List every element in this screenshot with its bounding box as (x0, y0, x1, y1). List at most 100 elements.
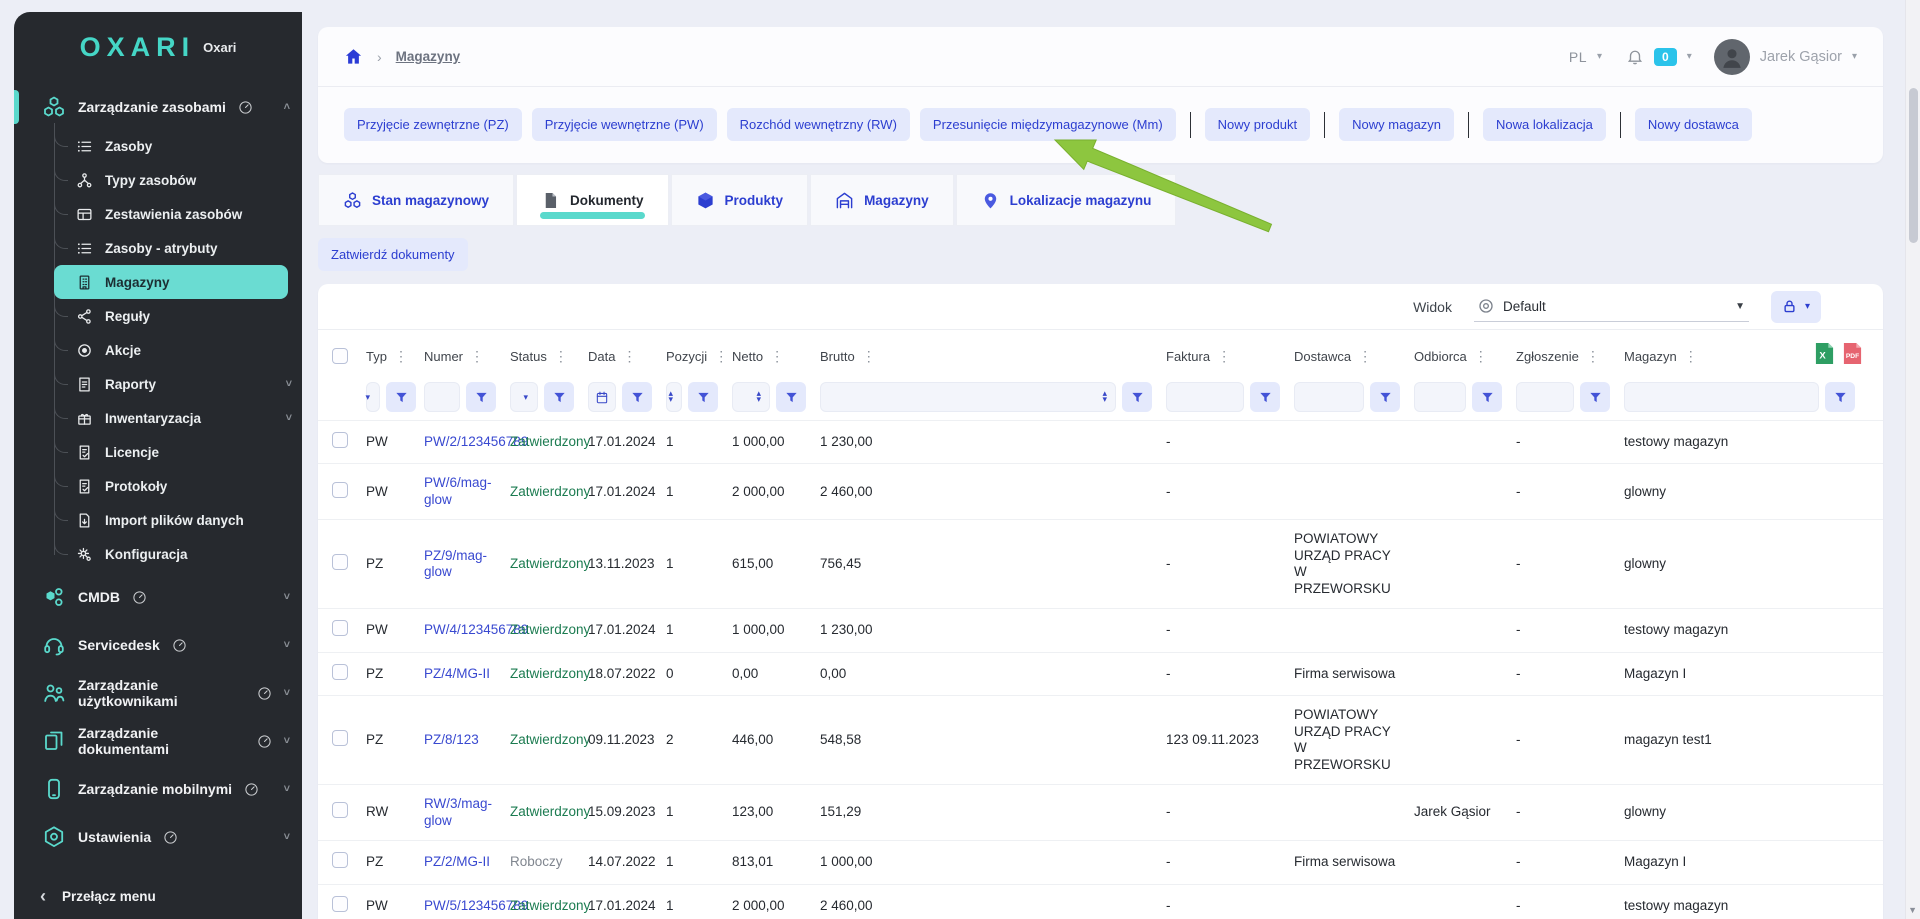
filter-input-odbiorca[interactable] (1414, 382, 1466, 412)
menu-toggle[interactable]: ‹ Przełącz menu (14, 875, 302, 919)
column-menu-icon[interactable]: ⋮ (1358, 348, 1372, 365)
row-checkbox[interactable] (332, 663, 348, 680)
row-checkbox[interactable] (332, 432, 348, 448)
action-button-przyjecie-zewnetrzne-pz[interactable]: Przyjęcie zewnętrzne (PZ) (344, 108, 522, 141)
number-stepper-icons[interactable]: ▴ ▾ (754, 389, 763, 403)
action-button-nowa-lokalizacja[interactable]: Nowa lokalizacja (1483, 108, 1606, 141)
sidebar-item-reguly[interactable]: Reguły (54, 295, 302, 333)
column-menu-icon[interactable]: ⋮ (1684, 348, 1698, 365)
column-menu-icon[interactable]: ⋮ (714, 348, 728, 365)
page-scrollbar[interactable]: ▼ (1905, 0, 1920, 919)
confirm-documents-button[interactable]: Zatwierdź dokumenty (318, 238, 468, 271)
number-stepper-icons[interactable]: ▴ ▾ (666, 389, 675, 403)
column-menu-icon[interactable]: ⋮ (862, 348, 876, 365)
notifications-bell-icon[interactable] (1626, 47, 1644, 66)
sidebar-item-protokoly[interactable]: Protokoły (54, 465, 302, 503)
column-menu-icon[interactable]: ⋮ (1217, 348, 1231, 365)
sidebar-section-ustawienia[interactable]: Ustawienia ˅ (14, 815, 302, 859)
select-all-checkbox[interactable] (332, 348, 348, 364)
row-checkbox[interactable] (332, 620, 348, 637)
document-link[interactable]: PZ/4/MG-II (424, 666, 490, 681)
action-button-rozchod-wewnetrzny-rw[interactable]: Rozchód wewnętrzny (RW) (726, 108, 910, 141)
document-link[interactable]: PZ/2/MG-II (424, 854, 490, 869)
scrollbar-down-arrow[interactable]: ▼ (1908, 905, 1917, 915)
sidebar-item-konfiguracja[interactable]: Konfiguracja (54, 533, 302, 571)
filter-button-typ[interactable] (386, 382, 416, 412)
user-avatar[interactable] (1713, 38, 1750, 75)
filter-button-pozycji[interactable] (688, 382, 718, 412)
sidebar-item-import-plikow-danych[interactable]: Import plików danych (54, 499, 302, 537)
column-menu-icon[interactable]: ⋮ (470, 348, 484, 365)
column-menu-icon[interactable]: ⋮ (622, 348, 636, 365)
filter-button-zgloszenie[interactable] (1580, 382, 1610, 412)
filter-button-status[interactable] (544, 382, 574, 412)
tab-magazyny[interactable]: Magazyny (810, 174, 954, 226)
filter-input-zgloszenie[interactable] (1516, 382, 1574, 412)
sidebar-section-servicedesk[interactable]: Servicedesk ˅ (14, 623, 302, 667)
document-link[interactable]: PW/6/mag-glow (424, 475, 492, 506)
row-checkbox[interactable] (332, 729, 348, 746)
column-menu-icon[interactable]: ⋮ (770, 348, 784, 365)
tab-stan-magazynowy[interactable]: Stan magazynowy (318, 174, 515, 226)
action-button-nowy-produkt[interactable]: Nowy produkt (1204, 108, 1311, 141)
language-selector[interactable]: PL (1569, 49, 1587, 65)
sidebar-section-cmdb[interactable]: CMDB ˅ (14, 575, 302, 619)
filter-button-odbiorca[interactable] (1472, 382, 1502, 412)
notification-count-badge[interactable]: 0 (1654, 47, 1677, 66)
sidebar-section-zarzadzanie-zasobami[interactable]: Zarządzanie zasobami ˄ (14, 85, 302, 129)
row-checkbox[interactable] (332, 802, 348, 819)
filter-input-dostawca[interactable] (1294, 382, 1364, 412)
sidebar-section-zarzadzanie-mobilnymi[interactable]: Zarządzanie mobilnymi ˅ (14, 767, 302, 811)
row-checkbox[interactable] (332, 852, 348, 869)
tab-dokumenty[interactable]: Dokumenty (516, 174, 669, 226)
filter-input-numer[interactable] (424, 382, 460, 412)
view-select[interactable]: Default ▼ (1473, 292, 1749, 322)
export-pdf-icon[interactable]: PDF (1842, 342, 1863, 365)
row-checkbox[interactable] (332, 554, 348, 571)
sidebar-item-magazyny[interactable]: Magazyny (54, 265, 288, 299)
filter-input-status[interactable]: ▾ (510, 382, 538, 412)
action-button-przyjecie-wewnetrzne-pw[interactable]: Przyjęcie wewnętrzne (PW) (531, 108, 717, 141)
tab-produkty[interactable]: Produkty (670, 174, 809, 226)
filter-button-data[interactable] (622, 382, 652, 412)
filter-input-pozycji[interactable]: ▴ ▾ (666, 382, 682, 412)
sidebar-item-zestawienia-zasobow[interactable]: Zestawienia zasobów (54, 193, 302, 231)
filter-input-magazyn[interactable] (1624, 382, 1819, 412)
sidebar-item-raporty[interactable]: Raporty ˅ (54, 363, 302, 401)
filter-input-netto[interactable]: ▴ ▾ (732, 382, 770, 412)
column-menu-icon[interactable]: ⋮ (1586, 348, 1600, 365)
scrollbar-thumb[interactable] (1908, 88, 1918, 243)
filter-button-dostawca[interactable] (1370, 382, 1400, 412)
filter-button-netto[interactable] (776, 382, 806, 412)
user-name[interactable]: Jarek Gąsior (1760, 49, 1842, 65)
tab-lokalizacje-magazynu[interactable]: Lokalizacje magazynu (955, 174, 1177, 226)
filter-input-brutto[interactable]: ▴ ▾ (820, 382, 1116, 412)
lock-view-button[interactable]: ▾ (1770, 290, 1821, 323)
home-icon[interactable] (344, 47, 363, 66)
row-checkbox[interactable] (332, 895, 348, 912)
filter-input-typ[interactable]: ▾ (365, 382, 380, 412)
filter-button-magazyn[interactable] (1825, 382, 1855, 412)
row-checkbox[interactable] (332, 481, 348, 498)
sidebar-item-inwentaryzacja[interactable]: Inwentaryzacja ˅ (54, 397, 302, 435)
action-button-nowy-magazyn[interactable]: Nowy magazyn (1339, 108, 1455, 141)
filter-button-numer[interactable] (466, 382, 496, 412)
document-link[interactable]: RW/3/mag-glow (424, 796, 492, 827)
export-excel-icon[interactable]: X (1814, 342, 1835, 365)
breadcrumb-current[interactable]: Magazyny (396, 49, 461, 64)
sidebar-item-zasoby-atrybuty[interactable]: Zasoby - atrybuty (54, 227, 302, 265)
sidebar-item-akcje[interactable]: Akcje (54, 329, 302, 367)
filter-input-faktura[interactable] (1166, 382, 1244, 412)
sidebar-section-zarzadzanie-dokumentami[interactable]: Zarządzanie dokumentami ˅ (14, 719, 302, 763)
sidebar-item-typy-zasobow[interactable]: Typy zasobów (54, 159, 302, 197)
column-menu-icon[interactable]: ⋮ (394, 348, 408, 365)
sidebar-item-zasoby[interactable]: Zasoby (54, 125, 302, 163)
sidebar-item-licencje[interactable]: Licencje (54, 431, 302, 469)
document-link[interactable]: PZ/8/123 (424, 732, 479, 747)
sidebar-section-zarzadzanie-uzytkownikami[interactable]: Zarządzanie użytkownikami ˅ (14, 671, 302, 715)
filter-button-faktura[interactable] (1250, 382, 1280, 412)
document-link[interactable]: PZ/9/mag-glow (424, 548, 487, 579)
column-menu-icon[interactable]: ⋮ (554, 348, 568, 365)
number-stepper-icons[interactable]: ▴ ▾ (1100, 389, 1109, 403)
action-button-przesuniecie-miedzymagazynowe-mm[interactable]: Przesunięcie międzymagazynowe (Mm) (919, 108, 1176, 141)
